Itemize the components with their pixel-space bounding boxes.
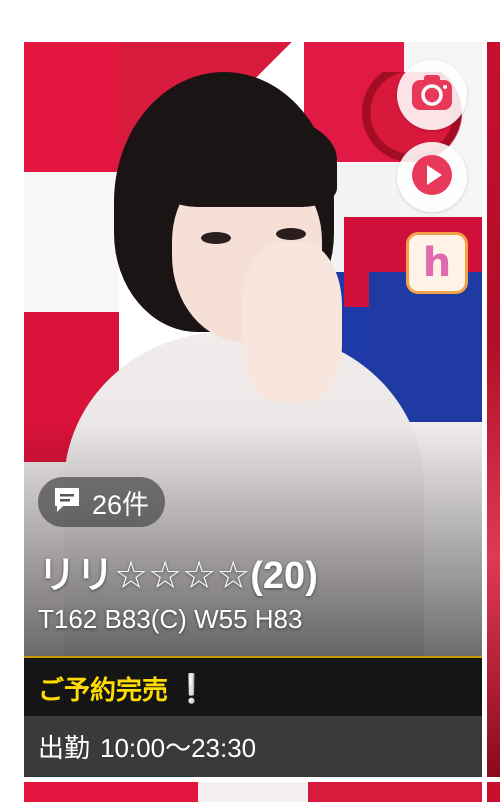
backdrop-panel [24, 172, 119, 312]
schedule-time: 10:00〜23:30 [100, 733, 257, 763]
person-hand [242, 242, 342, 402]
play-icon [409, 152, 455, 203]
cast-name: リリ☆☆☆☆(20) [38, 555, 318, 597]
exclamation-icon: ❕ [174, 672, 209, 704]
camera-icon [409, 70, 455, 121]
adjacent-card-edge [487, 782, 500, 802]
cast-photo[interactable]: h 26件 リリ☆☆☆☆(20) T162 B83(C) W55 H83 [24, 42, 482, 656]
next-cast-card-preview[interactable] [24, 782, 482, 802]
cast-specs: T162 B83(C) W55 H83 [38, 604, 303, 634]
reservation-status-text: ご予約完売 [38, 674, 169, 705]
person-bangs [162, 112, 337, 207]
photo-gallery-button[interactable] [397, 60, 467, 130]
review-count-label: 26件 [92, 489, 150, 520]
comment-icon [52, 485, 82, 520]
person-eye [201, 232, 231, 244]
backdrop-panel [24, 42, 119, 172]
adjacent-card-edge [487, 42, 500, 777]
person-eye [276, 228, 306, 240]
video-button[interactable] [397, 142, 467, 212]
schedule-label: 出勤 [38, 733, 91, 763]
cast-card[interactable]: h 26件 リリ☆☆☆☆(20) T162 B83(C) W55 H83 ご予約… [24, 42, 482, 777]
schedule-bar: 出勤 10:00〜23:30 [24, 716, 482, 777]
reservation-status-bar: ご予約完売 ❕ [24, 656, 482, 718]
h-logo-icon[interactable]: h [406, 232, 468, 294]
review-count-badge[interactable]: 26件 [38, 477, 166, 527]
